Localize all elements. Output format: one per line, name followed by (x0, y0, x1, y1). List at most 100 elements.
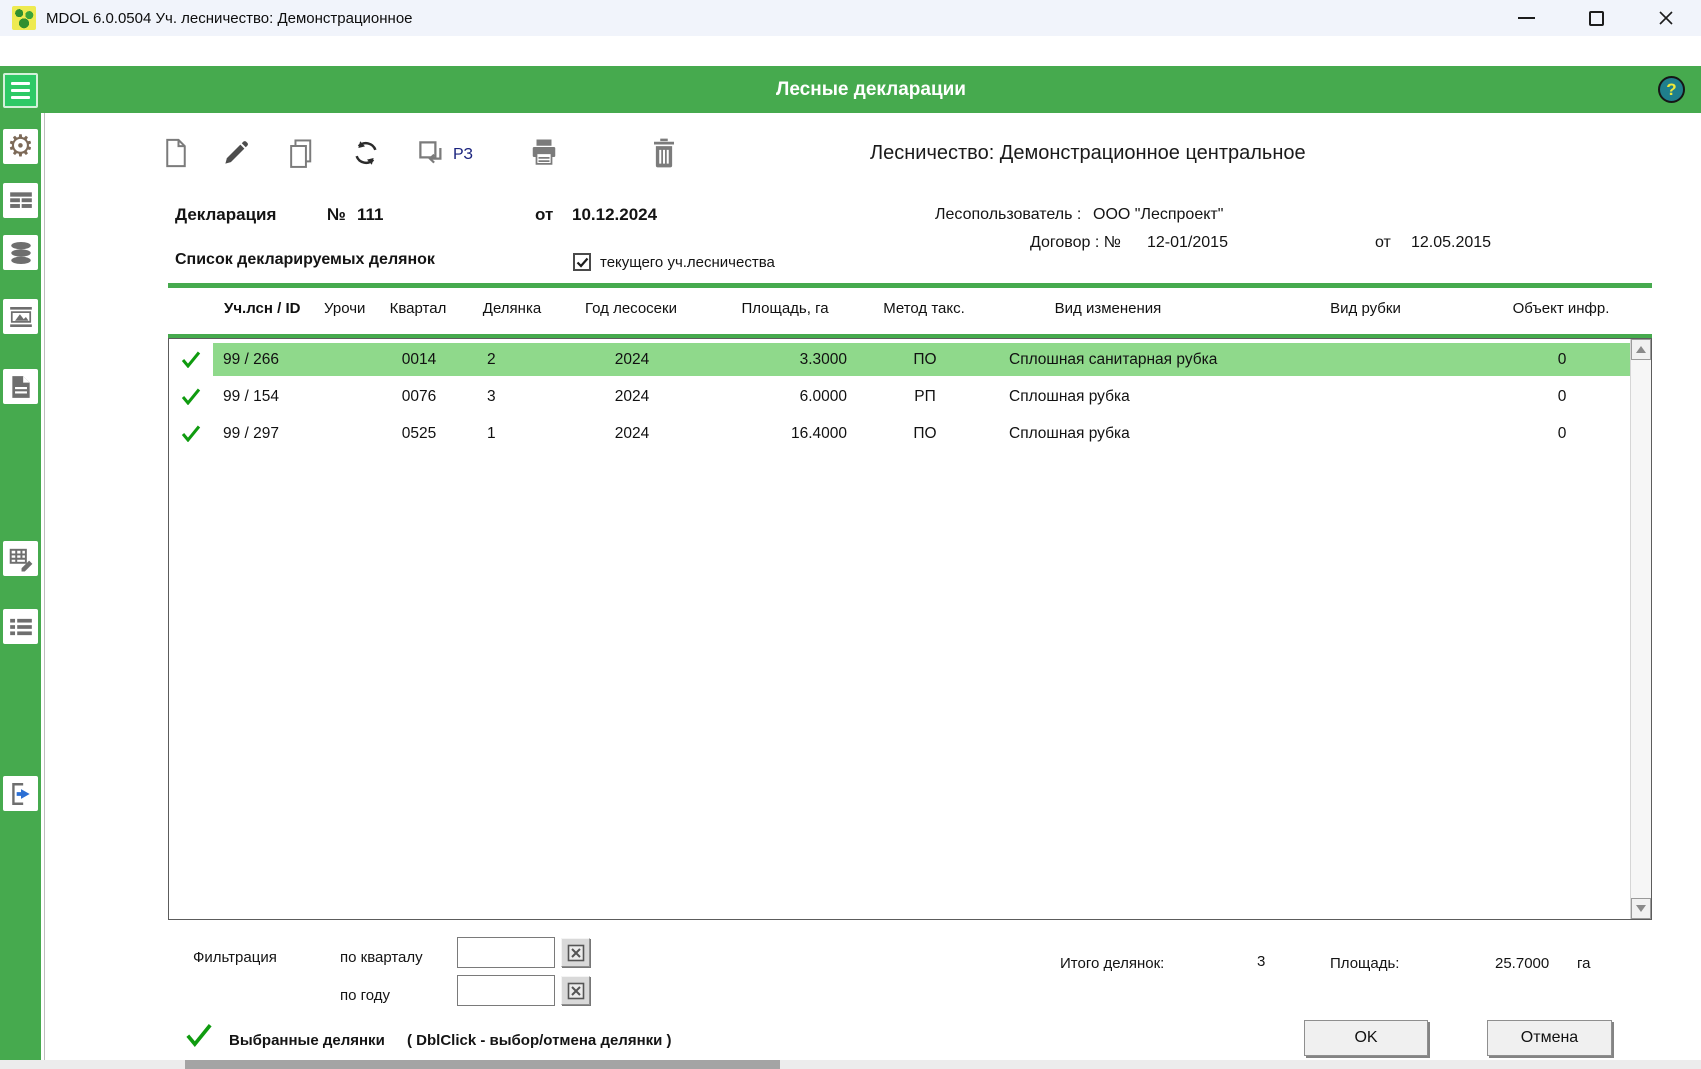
column-header: Квартал (374, 300, 462, 317)
current-forestry-checkbox[interactable] (573, 253, 591, 271)
maps-image-icon (8, 304, 34, 330)
cell-vid-izmeneniya: Сплошная рубка (979, 380, 1239, 413)
declaration-label: Декларация (175, 205, 276, 225)
list-icon (8, 614, 34, 640)
totals-area-label: Площадь: (1330, 955, 1399, 972)
cell-god-lesoseki: 2024 (563, 417, 701, 450)
pencil-icon (221, 138, 251, 168)
kvartal-filter-input[interactable] (457, 937, 555, 968)
column-header: Площадь, га (700, 300, 870, 317)
clear-kvartal-filter-button[interactable] (561, 938, 590, 967)
horizontal-scrollbar[interactable] (0, 1060, 1701, 1069)
content-panel: РЗ Лесничество: Демонстрационное централ… (44, 113, 1701, 1060)
help-icon[interactable]: ? (1658, 76, 1685, 103)
delete-button[interactable] (651, 138, 677, 173)
cell-kvartal: 0076 (375, 380, 463, 413)
year-filter-input[interactable] (457, 975, 555, 1006)
table-row[interactable]: 99 / 297 0525 1 2024 16.4000 ПО Сплошная… (169, 415, 1630, 452)
minimize-icon (1518, 17, 1535, 19)
table-row[interactable]: 99 / 266 0014 2 2024 3.3000 ПО Сплошная … (169, 341, 1630, 378)
cell-kvartal: 0014 (375, 343, 463, 376)
cell-vid-rubki (1239, 417, 1494, 450)
new-document-icon (163, 138, 189, 168)
declaration-number: 111 (357, 205, 384, 225)
cell-obekt-infr: 0 (1494, 417, 1630, 450)
document-icon (8, 374, 34, 400)
gear-icon (7, 132, 34, 162)
table-vertical-scrollbar[interactable] (1630, 339, 1651, 919)
edit-declaration-button[interactable] (221, 138, 251, 173)
sidebar-item-settings[interactable] (3, 129, 38, 164)
close-icon (1658, 10, 1674, 26)
cell-delyanka: 1 (463, 417, 563, 450)
column-header: Вид рубки (1238, 300, 1493, 317)
cancel-button[interactable]: Отмена (1487, 1020, 1612, 1056)
user-value: ООО "Леспроект" (1093, 206, 1223, 224)
exit-icon (8, 781, 34, 807)
horizontal-scrollbar-thumb[interactable] (185, 1060, 780, 1069)
refresh-button[interactable] (351, 138, 381, 173)
totals-count-value: 3 (1257, 953, 1265, 970)
column-header: Делянка (462, 300, 562, 317)
cell-urochishche (325, 343, 375, 376)
declared-plots-table: 99 / 266 0014 2 2024 3.3000 ПО Сплошная … (168, 334, 1652, 920)
filter-title: Фильтрация (193, 949, 277, 966)
filter-by-kvartal-label: по кварталу (340, 949, 423, 966)
sidebar-item-main-menu[interactable] (3, 73, 38, 108)
cell-obekt-infr: 0 (1494, 343, 1630, 376)
clear-year-filter-button[interactable] (561, 976, 590, 1005)
contract-number: 12-01/2015 (1147, 234, 1228, 252)
minimize-button[interactable] (1491, 0, 1561, 36)
selected-plots-check-icon (185, 1023, 213, 1047)
sidebar-item-registry[interactable] (3, 183, 38, 218)
close-button[interactable] (1631, 0, 1701, 36)
refresh-icon (351, 138, 381, 168)
cell-god-lesoseki: 2024 (563, 343, 701, 376)
cell-vid-rubki (1239, 380, 1494, 413)
new-declaration-button[interactable] (163, 138, 189, 173)
cell-vid-rubki (1239, 343, 1494, 376)
clear-x-icon (567, 982, 585, 1000)
table-row[interactable]: 99 / 154 0076 3 2024 6.0000 РП Сплошная … (169, 378, 1630, 415)
clear-x-icon (567, 944, 585, 962)
cell-uchlsn-id: 99 / 297 (213, 417, 325, 450)
arrow-down-icon (1636, 905, 1646, 912)
sidebar-item-exit[interactable] (3, 776, 38, 811)
row-check-icon (181, 388, 201, 405)
sidebar-item-database[interactable] (3, 235, 38, 270)
current-forestry-label: текущего уч.лесничества (600, 254, 775, 271)
scroll-down-button[interactable] (1631, 898, 1651, 919)
copy-declaration-button[interactable] (287, 138, 315, 175)
column-header: Метод такс. (870, 300, 978, 317)
column-header: Год лесосеки (562, 300, 700, 317)
sidebar-item-documents[interactable] (3, 369, 38, 404)
sidebar-item-lists[interactable] (3, 609, 38, 644)
green-divider (168, 283, 1652, 288)
sidebar-item-edit-tables[interactable] (3, 541, 38, 576)
cell-urochishche (325, 380, 375, 413)
declaration-from-label: от (535, 205, 553, 225)
database-icon (8, 240, 34, 266)
cell-delyanka: 3 (463, 380, 563, 413)
print-button[interactable] (529, 138, 559, 171)
selected-plots-label: Выбранные делянки (229, 1032, 385, 1049)
cell-metod: ПО (871, 343, 979, 376)
column-header: Вид изменения (978, 300, 1238, 317)
cell-uchlsn-id: 99 / 266 (213, 343, 325, 376)
copy-icon (287, 138, 315, 170)
scroll-up-button[interactable] (1631, 339, 1651, 360)
column-header: Объект инфр. (1493, 300, 1629, 317)
ok-button[interactable]: OK (1304, 1020, 1428, 1056)
send-to-rz-button[interactable] (416, 138, 446, 173)
cell-ploshchad: 6.0000 (701, 380, 871, 413)
printer-icon (529, 138, 559, 166)
trash-icon (651, 138, 677, 168)
rz-label: РЗ (453, 146, 473, 164)
row-check-icon (181, 351, 201, 368)
row-check-icon (181, 425, 201, 442)
sidebar-item-maps[interactable] (3, 299, 38, 334)
maximize-icon (1589, 11, 1604, 26)
maximize-button[interactable] (1561, 0, 1631, 36)
dblclick-hint: ( DblClick - выбор/отмена делянки ) (407, 1032, 672, 1049)
contract-date: 12.05.2015 (1411, 234, 1491, 252)
